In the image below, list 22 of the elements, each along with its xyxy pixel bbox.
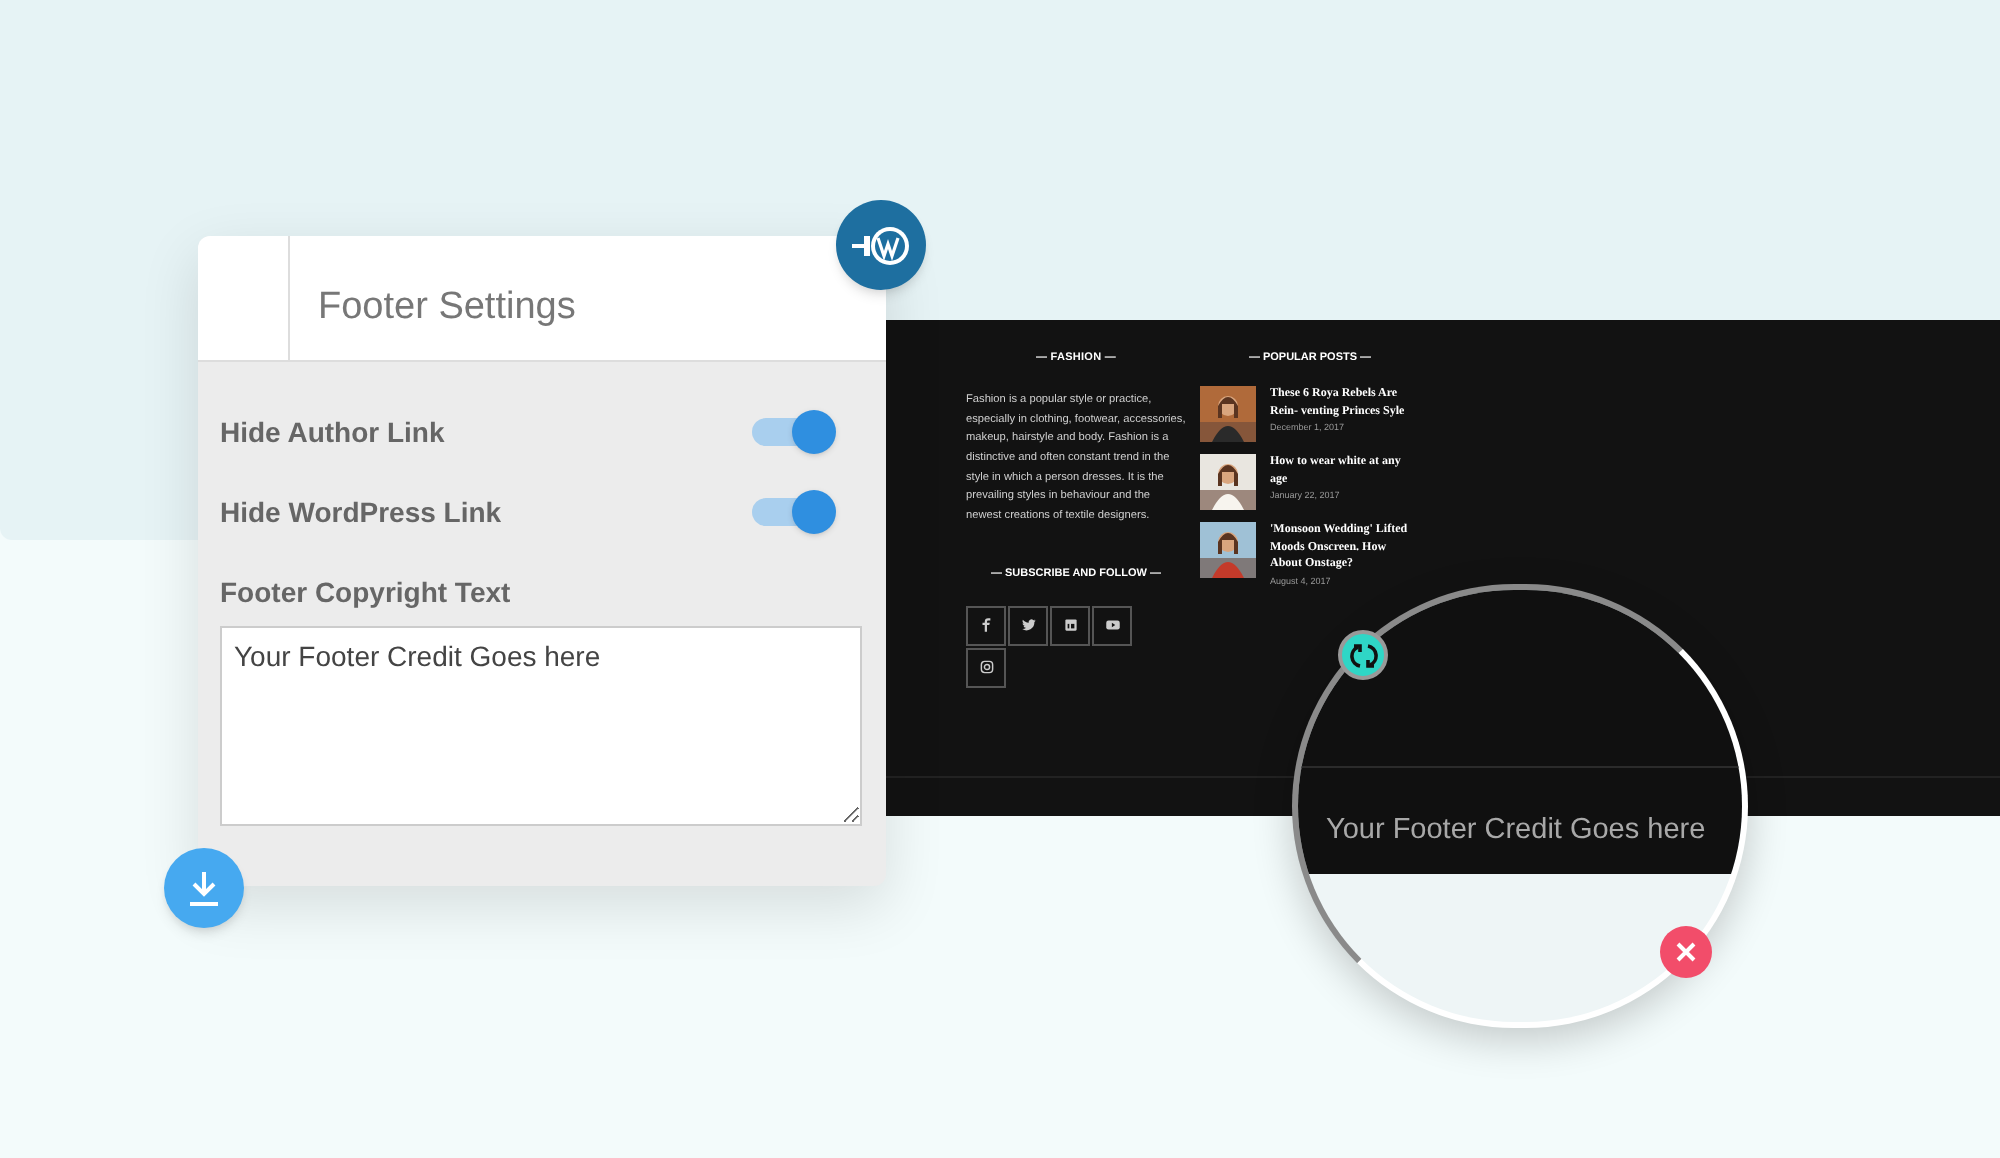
facebook-icon — [977, 616, 995, 635]
bird-icon — [1019, 616, 1037, 635]
refresh-icon — [1349, 641, 1377, 669]
toggle-label: Hide Author Link — [220, 413, 445, 451]
download-icon — [184, 868, 224, 908]
play-icon — [1103, 616, 1121, 635]
field-label: Footer Copyright Text — [220, 574, 513, 612]
social-link[interactable] — [1008, 605, 1048, 646]
camera-icon — [977, 658, 995, 677]
linkedin-icon — [1061, 616, 1079, 635]
footer-credit-text: Your Footer Credit Goes here — [1326, 812, 1706, 850]
toggle-label: Hide WordPress Link — [220, 493, 502, 531]
social-link[interactable] — [966, 605, 1006, 646]
copyright-text-field[interactable]: Your Footer Credit Goes here — [220, 626, 862, 826]
wordpress-plug-icon — [851, 223, 911, 267]
toggle-switch[interactable] — [752, 490, 836, 534]
panel-title: Footer Settings — [318, 283, 576, 331]
social-link[interactable] — [1050, 605, 1090, 646]
close-icon — [1674, 940, 1698, 964]
toggle-switch[interactable] — [752, 410, 836, 454]
social-link[interactable] — [1092, 605, 1132, 646]
social-link[interactable] — [966, 647, 1006, 688]
